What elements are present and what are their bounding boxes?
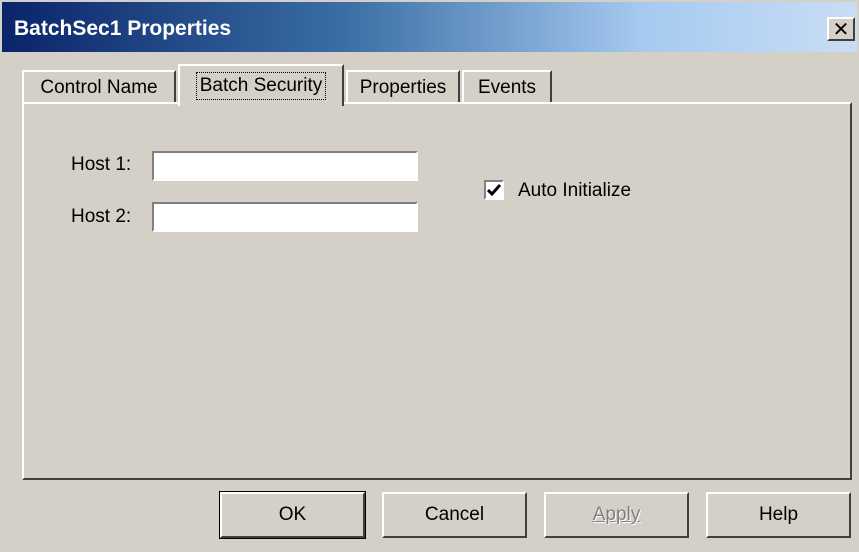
properties-dialog: BatchSec1 Properties ✕ Control Name Batc…: [0, 0, 859, 552]
help-button[interactable]: Help: [706, 492, 851, 538]
host2-input[interactable]: [152, 202, 418, 232]
tab-properties[interactable]: Properties: [346, 70, 460, 104]
apply-button[interactable]: Apply: [544, 492, 689, 538]
tab-events[interactable]: Events: [462, 70, 552, 104]
close-icon: ✕: [832, 17, 850, 41]
host2-label: Host 2:: [71, 206, 132, 227]
tab-batch-security[interactable]: Batch Security: [178, 64, 344, 106]
checkmark-icon: [487, 184, 501, 196]
host1-label: Host 1:: [71, 154, 132, 175]
auto-initialize-label[interactable]: Auto Initialize: [518, 180, 631, 202]
auto-initialize-checkbox[interactable]: [484, 180, 504, 200]
cancel-button[interactable]: Cancel: [382, 492, 527, 538]
title-bar[interactable]: BatchSec1 Properties ✕: [2, 2, 857, 52]
close-button[interactable]: ✕: [827, 17, 855, 41]
window-title: BatchSec1 Properties: [14, 17, 232, 40]
host1-input[interactable]: [152, 151, 418, 181]
batch-security-panel: Host 1: Host 2: Auto Initialize: [22, 102, 852, 480]
ok-button[interactable]: OK: [219, 491, 366, 539]
tab-control-name[interactable]: Control Name: [22, 70, 176, 104]
